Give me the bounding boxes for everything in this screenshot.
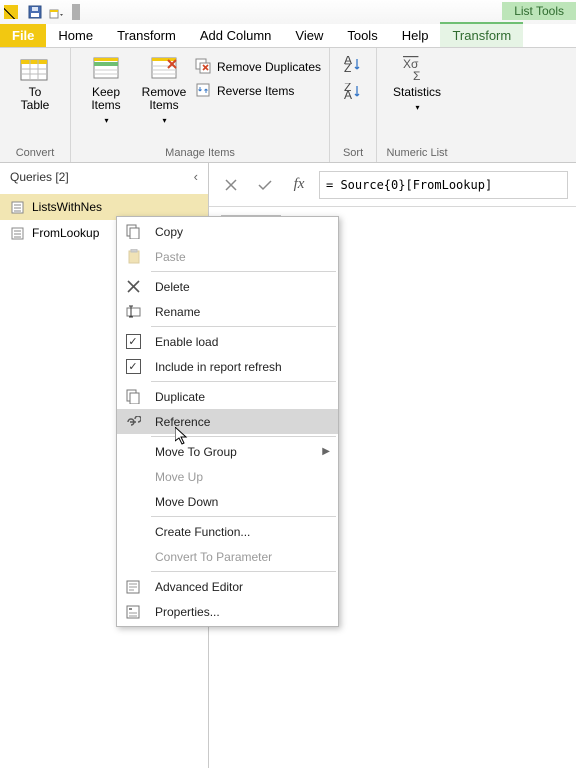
group-convert-title: Convert xyxy=(8,145,62,162)
list-icon xyxy=(10,200,24,214)
ctx-delete[interactable]: Delete xyxy=(117,274,338,299)
remove-duplicates-label: Remove Duplicates xyxy=(217,60,321,74)
tab-list-transform[interactable]: Transform xyxy=(440,22,523,47)
duplicate-icon xyxy=(117,384,149,409)
group-manage-items: Keep Items ▾ Remove Items ▾ Remove Dupli… xyxy=(71,48,330,162)
tab-help[interactable]: Help xyxy=(390,24,441,47)
keep-rows-icon xyxy=(90,52,122,84)
copy-icon xyxy=(117,219,149,244)
reference-icon xyxy=(117,409,149,434)
tab-add-column[interactable]: Add Column xyxy=(188,24,284,47)
separator xyxy=(151,436,336,437)
reverse-icon xyxy=(195,82,211,101)
paste-icon xyxy=(117,244,149,269)
statistics-icon: XσΣ xyxy=(401,52,433,84)
chevron-down-icon: ▾ xyxy=(162,114,166,127)
tab-transform[interactable]: Transform xyxy=(105,24,188,47)
rename-icon xyxy=(117,299,149,324)
chevron-down-icon: ▾ xyxy=(416,101,420,114)
statistics-label: Statistics xyxy=(393,86,441,99)
ctx-enable-load[interactable]: ✓ Enable load xyxy=(117,329,338,354)
reverse-items-label: Reverse Items xyxy=(217,84,294,98)
reverse-items-button[interactable]: Reverse Items xyxy=(195,80,321,102)
checkbox-checked-icon: ✓ xyxy=(126,359,141,374)
ctx-copy[interactable]: Copy xyxy=(117,219,338,244)
table-icon xyxy=(19,52,51,84)
to-table-label: To Table xyxy=(21,86,50,112)
ctx-paste: Paste xyxy=(117,244,338,269)
properties-icon xyxy=(117,599,149,624)
remove-items-button[interactable]: Remove Items ▾ xyxy=(137,52,191,127)
remove-duplicates-icon xyxy=(195,58,211,77)
query-item-label: ListsWithNes xyxy=(32,200,102,214)
ctx-properties[interactable]: Properties... xyxy=(117,599,338,624)
app-logo xyxy=(4,5,18,19)
delete-icon xyxy=(117,274,149,299)
keep-items-button[interactable]: Keep Items ▾ xyxy=(79,52,133,127)
svg-text:Σ: Σ xyxy=(413,69,420,82)
chevron-down-icon: ▾ xyxy=(104,114,108,127)
remove-items-label: Remove Items xyxy=(142,86,187,112)
query-item-label: FromLookup xyxy=(32,226,99,240)
svg-text:A: A xyxy=(344,88,352,101)
group-manage-title: Manage Items xyxy=(79,145,321,162)
save-icon[interactable] xyxy=(26,3,44,21)
tab-file[interactable]: File xyxy=(0,24,46,47)
ribbon: To Table Convert Keep Items ▾ Remove Ite… xyxy=(0,48,576,163)
ribbon-tabs: File Home Transform Add Column View Tool… xyxy=(0,24,576,48)
tab-home[interactable]: Home xyxy=(46,24,105,47)
separator xyxy=(72,4,80,20)
fx-icon[interactable]: fx xyxy=(285,171,313,199)
queries-title: Queries [2] xyxy=(10,170,69,184)
ctx-duplicate[interactable]: Duplicate xyxy=(117,384,338,409)
commit-formula-button[interactable] xyxy=(251,171,279,199)
options-icon[interactable] xyxy=(48,3,66,21)
group-sort-title: Sort xyxy=(338,145,368,162)
separator xyxy=(151,381,336,382)
quick-access-toolbar: List Tools xyxy=(0,0,576,24)
group-numeric-list: XσΣ Statistics ▾ Numeric List xyxy=(377,48,457,162)
to-table-button[interactable]: To Table xyxy=(8,52,62,112)
group-numeric-title: Numeric List xyxy=(385,145,449,162)
formula-bar: fx xyxy=(209,163,576,207)
remove-rows-icon xyxy=(148,52,180,84)
statistics-button[interactable]: XσΣ Statistics ▾ xyxy=(385,52,449,114)
separator xyxy=(151,271,336,272)
sort-asc-button[interactable]: AZ xyxy=(343,56,363,77)
group-convert: To Table Convert xyxy=(0,48,71,162)
tab-tools[interactable]: Tools xyxy=(335,24,389,47)
advanced-editor-icon xyxy=(117,574,149,599)
context-menu: Copy Paste Delete Rename ✓ Enable load ✓… xyxy=(116,216,339,627)
separator xyxy=(151,326,336,327)
separator xyxy=(151,571,336,572)
ctx-move-to-group[interactable]: Move To Group ▶ xyxy=(117,439,338,464)
ctx-include-refresh[interactable]: ✓ Include in report refresh xyxy=(117,354,338,379)
ctx-rename[interactable]: Rename xyxy=(117,299,338,324)
cancel-formula-button[interactable] xyxy=(217,171,245,199)
submenu-arrow-icon: ▶ xyxy=(322,446,330,457)
svg-text:Z: Z xyxy=(344,61,351,74)
ctx-advanced-editor[interactable]: Advanced Editor xyxy=(117,574,338,599)
ctx-reference[interactable]: Reference xyxy=(117,409,338,434)
ctx-create-function[interactable]: Create Function... xyxy=(117,519,338,544)
sort-desc-button[interactable]: ZA xyxy=(343,83,363,104)
separator xyxy=(151,516,336,517)
contextual-tab-label: List Tools xyxy=(502,2,576,20)
list-icon xyxy=(10,226,24,240)
formula-input[interactable] xyxy=(319,171,568,199)
remove-duplicates-button[interactable]: Remove Duplicates xyxy=(195,56,321,78)
checkbox-checked-icon: ✓ xyxy=(126,334,141,349)
group-sort: AZ ZA Sort xyxy=(330,48,377,162)
ctx-convert-to-parameter: Convert To Parameter xyxy=(117,544,338,569)
ctx-move-down[interactable]: Move Down xyxy=(117,489,338,514)
collapse-pane-icon[interactable]: ‹ xyxy=(194,169,198,184)
ctx-move-up: Move Up xyxy=(117,464,338,489)
tab-view[interactable]: View xyxy=(283,24,335,47)
keep-items-label: Keep Items xyxy=(91,86,120,112)
